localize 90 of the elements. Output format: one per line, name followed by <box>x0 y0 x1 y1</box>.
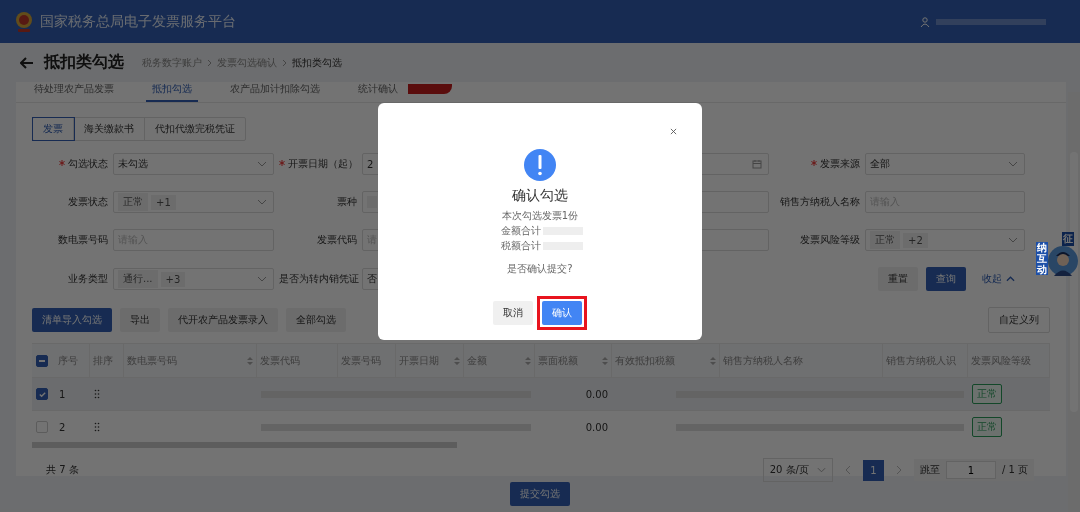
dialog-text: 是否确认提交? <box>507 262 573 276</box>
toolbar-button[interactable]: 代开农产品发票录入 <box>168 308 278 332</box>
figure-drawing <box>1048 246 1078 276</box>
field-label: 发票状态 <box>67 195 108 209</box>
table-cell-text: 0.00 <box>584 421 609 433</box>
table-cell-text: 0.00 <box>584 388 609 400</box>
field-label: 销售方纳税人名称 <box>779 195 860 209</box>
toolbar-button[interactable]: 导出 <box>120 308 160 332</box>
back-arrow-icon[interactable] <box>20 56 34 69</box>
cancel-button[interactable]: 取消 <box>493 301 533 325</box>
calendar-icon <box>752 159 762 169</box>
user-icon[interactable] <box>920 16 930 27</box>
select-field[interactable]: 全部 <box>865 153 1025 175</box>
segment-tab[interactable]: 代扣代缴完税凭证 <box>145 118 245 140</box>
assistant-widget[interactable]: 征 纳互动 <box>1036 232 1078 278</box>
tab[interactable]: 统计确认 <box>352 82 404 102</box>
field-label: 业务类型 <box>67 272 108 286</box>
tag: 通行... <box>118 270 158 288</box>
field-label: 票种 <box>336 195 357 209</box>
select-field[interactable]: 通行... +3 <box>113 268 274 290</box>
field-label: 是否为转内销凭证 <box>279 272 357 286</box>
field-label: 发票代码 <box>316 233 357 247</box>
dialog-text: 本次勾选发票1份 <box>501 209 579 223</box>
jump-label: 跳至 <box>919 463 940 477</box>
field-label: 发票来源 <box>774 157 860 171</box>
required-asterisk-icon <box>279 160 285 166</box>
search-action-button[interactable]: 查询 <box>926 267 966 291</box>
table-cell-text: 1 <box>58 388 67 400</box>
emblem-icon <box>14 10 34 33</box>
field-label: 开票日期（起） <box>279 157 357 171</box>
notification-badge <box>408 84 452 94</box>
page-number[interactable]: 1 <box>862 459 884 481</box>
dialog-text: 税额合计 <box>501 239 541 253</box>
drag-handle-icon[interactable] <box>94 422 100 432</box>
table-row[interactable]: 1 0.00 正常 <box>32 378 1050 411</box>
table-cell-text: 2 <box>58 421 67 433</box>
alert-icon <box>524 149 556 181</box>
required-asterisk-icon <box>811 160 817 166</box>
close-icon[interactable] <box>670 128 677 135</box>
widget-label: 征 <box>1062 232 1074 246</box>
required-asterisk-icon <box>59 160 65 166</box>
select-field[interactable]: 未勾选 <box>113 153 274 175</box>
status-tag: 正常 <box>972 384 1002 404</box>
sort-icon[interactable] <box>247 355 253 366</box>
chevron-down-icon <box>257 276 267 282</box>
sort-icon[interactable] <box>602 355 608 366</box>
page-title: 抵扣类勾选 <box>44 52 124 73</box>
previous-page-icon[interactable] <box>844 465 851 475</box>
sort-icon[interactable] <box>710 355 716 366</box>
site-title: 国家税务总局电子发票服务平台 <box>40 12 236 31</box>
chevron-down-icon <box>257 161 267 167</box>
sort-icon[interactable] <box>525 355 531 366</box>
tab[interactable]: 抵扣勾选 <box>146 82 198 102</box>
select-all-checkbox[interactable] <box>36 354 48 367</box>
widget-label: 纳互动 <box>1036 242 1048 275</box>
chevron-down-icon <box>816 467 826 473</box>
chevron-right-icon <box>282 58 287 67</box>
row-checkbox[interactable] <box>36 388 48 400</box>
page-size-select[interactable]: 20 条/页 <box>762 458 833 482</box>
checkmark-icon <box>37 389 47 399</box>
sort-icon[interactable] <box>454 355 460 366</box>
breadcrumb-link[interactable]: 抵扣类勾选 <box>292 55 342 70</box>
search-action-button[interactable]: 重置 <box>878 267 918 291</box>
status-tag: 正常 <box>972 417 1002 437</box>
page-input[interactable]: 1 <box>945 461 996 479</box>
tag: +3 <box>160 271 186 287</box>
custom-columns-button[interactable]: 自定义列 <box>988 307 1050 333</box>
tag: +2 <box>903 232 928 248</box>
confirm-button[interactable]: 确认 <box>542 301 582 325</box>
next-page-icon[interactable] <box>895 465 902 475</box>
chevron-up-icon <box>1006 276 1015 282</box>
page-count: / 1 页 <box>1001 463 1028 477</box>
drag-handle-icon[interactable] <box>94 389 100 399</box>
collapse-link[interactable]: 收起 <box>974 267 1017 291</box>
segment-tab[interactable]: 发票 <box>33 118 74 140</box>
toolbar-button[interactable]: 全部勾选 <box>286 308 346 332</box>
chevron-down-icon <box>1008 161 1018 167</box>
dialog-title: 确认勾选 <box>512 187 568 205</box>
total-count: 共 7 条 <box>45 463 79 477</box>
chevron-down-icon <box>1008 237 1018 243</box>
toolbar-button[interactable]: 清单导入勾选 <box>32 308 112 332</box>
tag: +1 <box>151 194 176 210</box>
field-label: 发票风险等级 <box>799 233 860 247</box>
field-label: 数电票号码 <box>57 233 108 247</box>
chevron-down-icon <box>257 199 267 205</box>
field-label: 勾选状态 <box>32 157 108 171</box>
submit-button[interactable]: 提交勾选 <box>510 482 570 506</box>
segment-tab[interactable]: 海关缴款书 <box>74 118 145 140</box>
dialog-text: 金额合计 <box>501 224 541 238</box>
chevron-right-icon <box>207 58 212 67</box>
